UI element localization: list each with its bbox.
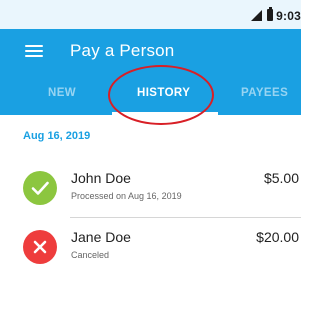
payment-status: Canceled bbox=[71, 250, 110, 260]
page-title: Pay a Person bbox=[70, 41, 175, 60]
payee-name: Jane Doe bbox=[71, 229, 131, 245]
payment-amount: $20.00 bbox=[256, 229, 299, 245]
status-bar: 9:03 bbox=[0, 0, 301, 29]
payment-history-item[interactable]: Jane Doe Canceled $20.00 bbox=[0, 225, 301, 277]
history-section-date: Aug 16, 2019 bbox=[23, 130, 91, 142]
tab-payees[interactable]: PAYEES bbox=[241, 87, 288, 99]
payment-status: Processed on Aug 16, 2019 bbox=[71, 191, 182, 201]
active-tab-indicator bbox=[112, 112, 218, 115]
payment-history-item[interactable]: John Doe Processed on Aug 16, 2019 $5.00 bbox=[0, 166, 301, 218]
payee-name: John Doe bbox=[71, 170, 131, 186]
status-time: 9:03 bbox=[276, 9, 301, 23]
row-divider bbox=[70, 217, 301, 218]
x-icon bbox=[23, 230, 57, 264]
hamburger-menu-icon[interactable] bbox=[25, 44, 43, 58]
app-bar: Pay a Person NEW HISTORY PAYEES bbox=[0, 29, 301, 115]
checkmark-icon bbox=[23, 171, 57, 205]
payment-amount: $5.00 bbox=[263, 170, 299, 186]
app-screen: 9:03 Pay a Person NEW HISTORY PAYEES Aug… bbox=[0, 0, 301, 324]
tab-new[interactable]: NEW bbox=[48, 87, 76, 99]
signal-icon bbox=[251, 10, 262, 21]
tab-history[interactable]: HISTORY bbox=[137, 87, 190, 99]
battery-icon bbox=[267, 7, 273, 21]
